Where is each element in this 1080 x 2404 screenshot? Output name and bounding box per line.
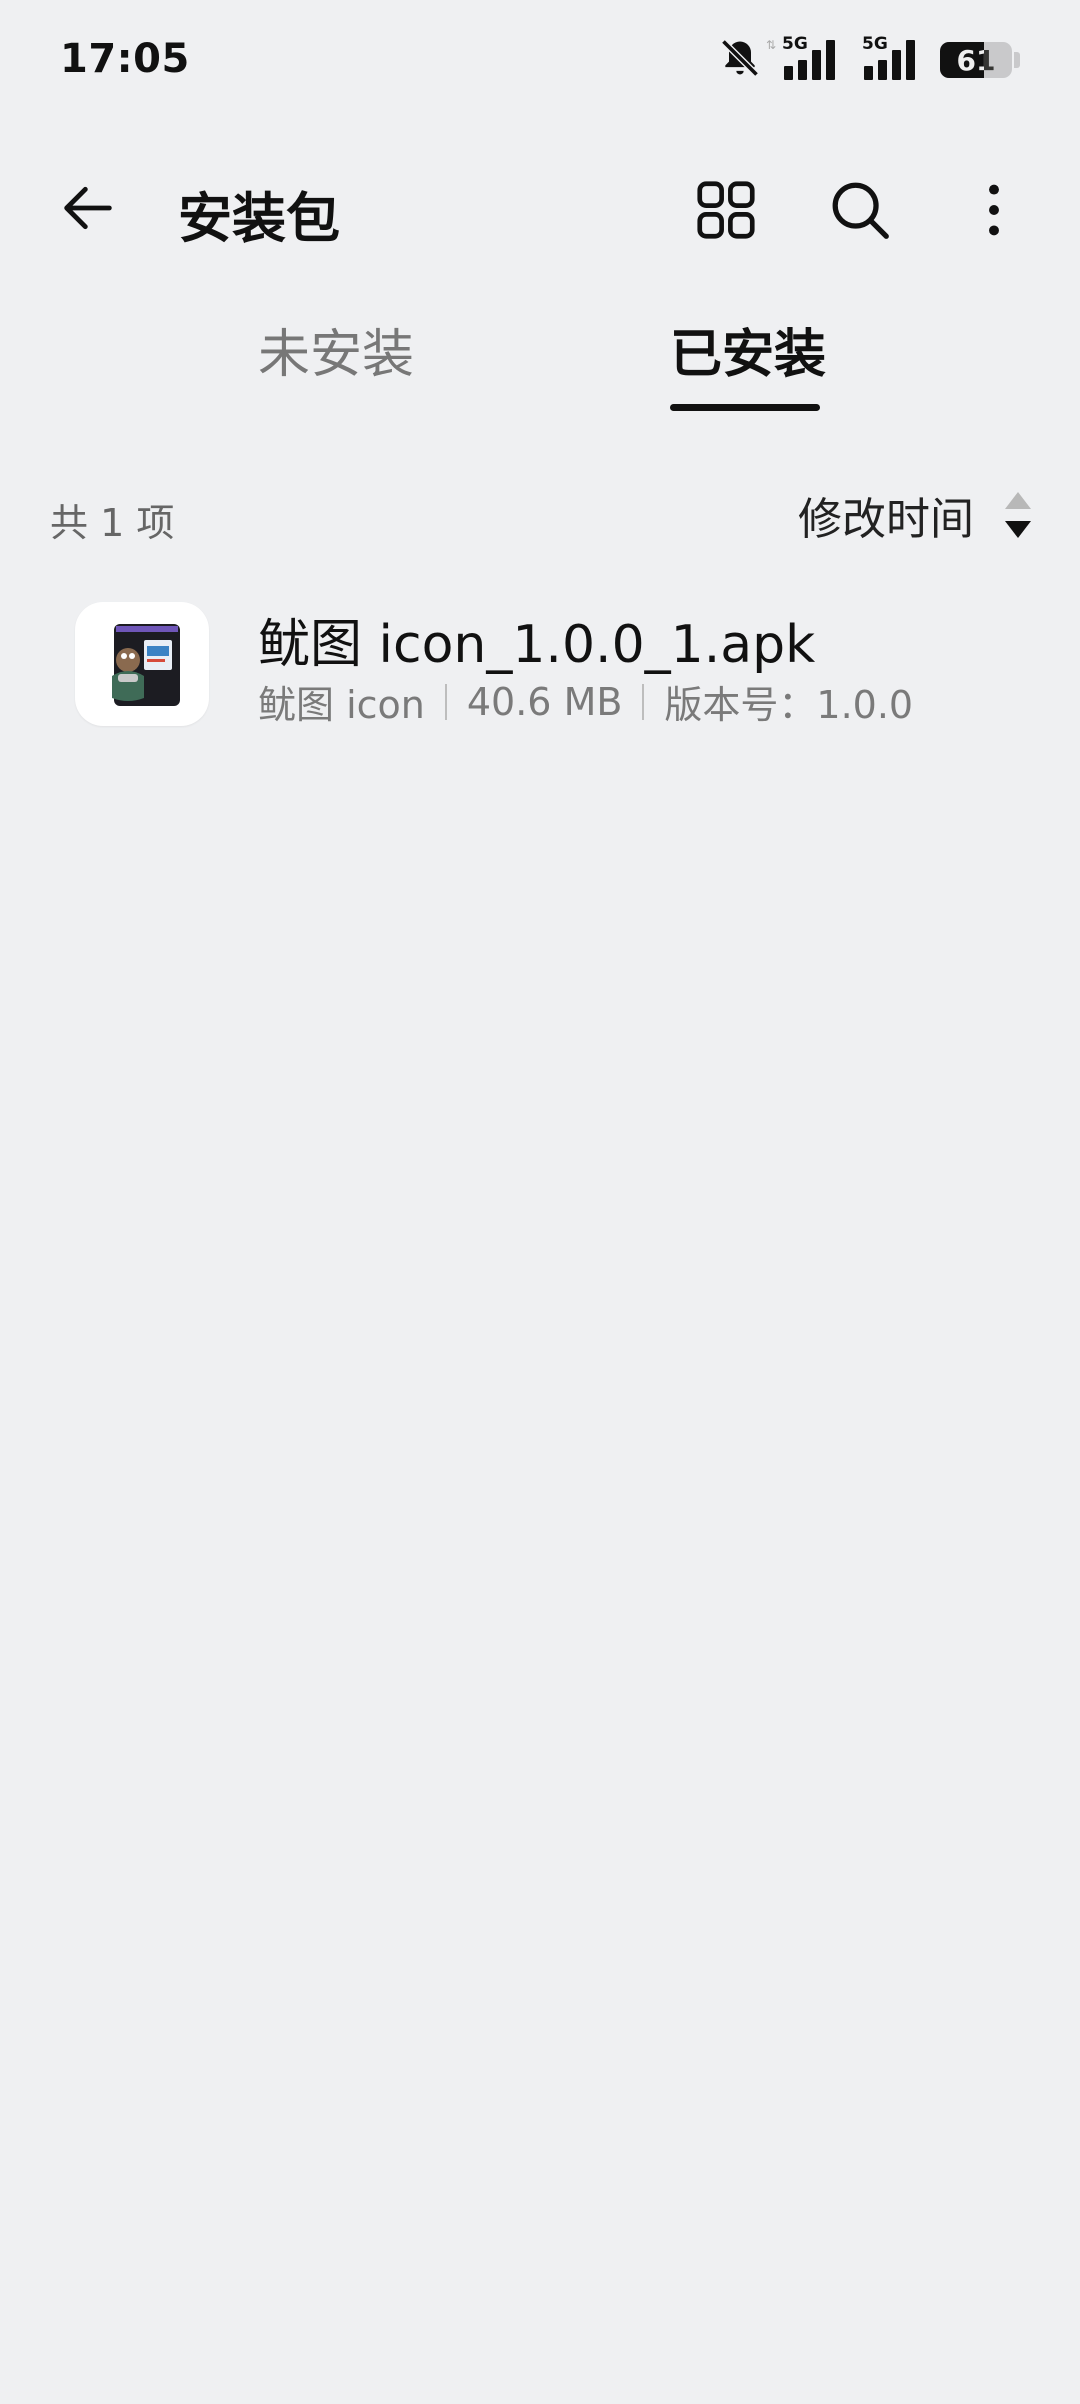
back-button[interactable] bbox=[48, 170, 128, 250]
signal-icon: ⇅ 5G bbox=[766, 34, 842, 84]
list-header: 共 1 项 修改时间 bbox=[0, 480, 1080, 550]
search-button[interactable] bbox=[812, 164, 908, 260]
file-size: 40.6 MB bbox=[466, 679, 623, 724]
sort-button[interactable]: 修改时间 bbox=[798, 480, 1032, 550]
battery-icon: 61 bbox=[940, 42, 1012, 78]
status-bar: 17:05 ⇅ 5G 5G 61 bbox=[0, 0, 1080, 120]
separator bbox=[642, 683, 645, 720]
separator bbox=[444, 683, 447, 720]
more-vert-icon bbox=[959, 175, 1029, 249]
file-meta: 鱿图 icon 40.6 MB 版本号：1.0.0 bbox=[258, 674, 913, 729]
app-icon bbox=[75, 602, 209, 726]
item-count: 共 1 项 bbox=[50, 501, 175, 545]
battery-percent: 61 bbox=[956, 44, 996, 77]
app-bar: 安装包 bbox=[0, 140, 1080, 270]
sort-arrows-icon bbox=[1004, 490, 1032, 540]
tab-installed[interactable]: 已安装 bbox=[670, 320, 826, 400]
file-version: 版本号：1.0.0 bbox=[664, 683, 914, 727]
sort-label: 修改时间 bbox=[798, 494, 974, 545]
signal-icon-2: 5G bbox=[860, 34, 922, 84]
more-options-button[interactable] bbox=[946, 164, 1042, 260]
screen: 17:05 ⇅ 5G 5G 61 安装包 未安装 已安装 共 1 项 修改时间 … bbox=[0, 0, 1080, 2404]
page-title: 安装包 bbox=[178, 187, 340, 250]
grid-view-button[interactable] bbox=[678, 164, 774, 260]
file-name: 鱿图 icon_1.0.0_1.apk bbox=[258, 615, 816, 675]
status-icons: ⇅ 5G 5G 61 bbox=[718, 34, 1020, 84]
bell-off-icon bbox=[718, 36, 762, 84]
file-app-name: 鱿图 icon bbox=[258, 683, 425, 727]
status-time: 17:05 bbox=[60, 36, 190, 82]
grid-view-icon bbox=[691, 175, 761, 249]
battery-cap bbox=[1014, 52, 1020, 68]
arrow-left-icon bbox=[56, 176, 120, 244]
tab-uninstalled[interactable]: 未安装 bbox=[258, 320, 414, 400]
tab-indicator bbox=[670, 404, 820, 411]
search-icon bbox=[825, 175, 895, 249]
tab-bar: 未安装 已安装 bbox=[0, 300, 1080, 420]
list-item[interactable]: 鱿图 icon_1.0.0_1.apk 鱿图 icon 40.6 MB 版本号：… bbox=[0, 586, 1080, 736]
data-activity-icon: ⇅ bbox=[766, 38, 777, 52]
